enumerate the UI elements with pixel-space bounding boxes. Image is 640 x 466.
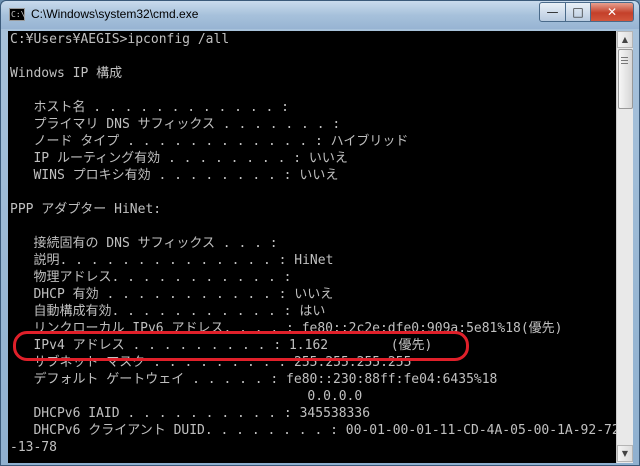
console-line: DHCPv6 IAID . . . . . . . . . . : 345538…	[10, 406, 371, 421]
ipv4-highlight-annotation	[13, 331, 469, 361]
console-line: PPP アダプター HiNet:	[10, 202, 162, 217]
grip-icon	[621, 57, 628, 58]
title-bar[interactable]: C:\ C:\Windows\system32\cmd.exe — □ ✕	[1, 1, 639, 29]
console-line: 自動構成有効. . . . . . . . . . . : はい	[10, 304, 326, 319]
scroll-thumb[interactable]	[618, 49, 633, 109]
console-line: IP ルーティング有効 . . . . . . . . : いいえ	[10, 151, 348, 166]
console-line: ホスト名 . . . . . . . . . . . . :	[10, 100, 289, 115]
console-line: 0.0.0.0	[10, 389, 363, 404]
console-line: 接続固有の DNS サフィックス . . . :	[10, 236, 278, 251]
console-line: デフォルト ゲートウェイ . . . . . : fe80::230:88ff:…	[10, 372, 498, 387]
scroll-up-arrow-icon[interactable]: ▲	[617, 31, 633, 48]
console-line: 説明. . . . . . . . . . . . . . : HiNet	[10, 253, 334, 268]
console-line: 物理アドレス. . . . . . . . . . . :	[10, 270, 292, 285]
console-line: WINS プロキシ有効 . . . . . . . . : いいえ	[10, 168, 339, 183]
scroll-down-arrow-icon[interactable]: ▼	[617, 445, 633, 462]
console-line: プライマリ DNS サフィックス . . . . . . . :	[10, 117, 341, 132]
cmd-app-icon[interactable]: C:\	[9, 8, 25, 21]
console-output[interactable]: C:¥Users¥AEGIS>ipconfig /all Windows IP …	[8, 31, 616, 463]
console-line: -13-78	[10, 440, 57, 455]
console-line: DHCPv6 クライアント DUID. . . . . . . . : 00-0…	[10, 423, 616, 438]
console-line: DHCP 有効 . . . . . . . . . . . : いいえ	[10, 287, 334, 302]
console-line: ノード タイプ . . . . . . . . . . . . : ハイブリッド	[10, 134, 409, 149]
console-line: Windows IP 構成	[10, 66, 123, 81]
window-title: C:\Windows\system32\cmd.exe	[31, 7, 199, 21]
close-button[interactable]: ✕	[590, 2, 634, 22]
vertical-scrollbar[interactable]: ▲ ▼	[616, 31, 633, 463]
minimize-button[interactable]: —	[539, 2, 566, 22]
console-line: C:¥Users¥AEGIS>ipconfig /all	[10, 32, 230, 47]
maximize-button[interactable]: □	[565, 2, 591, 22]
cmd-window: C:\ C:\Windows\system32\cmd.exe — □ ✕ C:…	[0, 0, 640, 466]
